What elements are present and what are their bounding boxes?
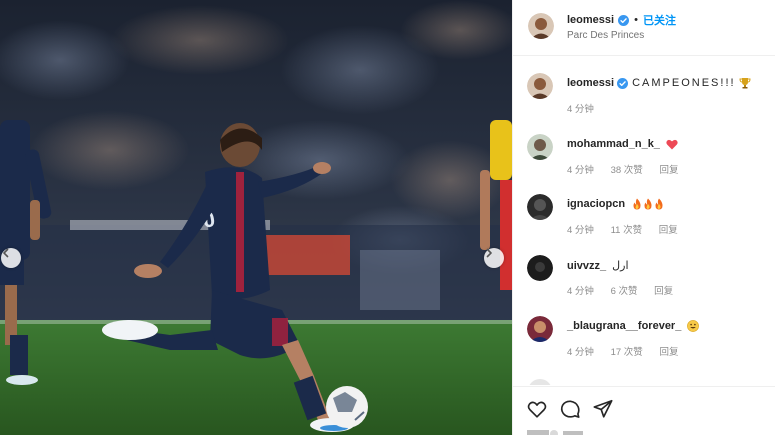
comment-likes[interactable]: 38 次赞 [611,165,643,176]
post-location[interactable]: Parc Des Princes [567,30,644,41]
post-photo: 30 [0,0,512,435]
heart-icon[interactable] [526,398,548,420]
comment-username[interactable]: ignaciopcn [567,198,625,210]
caption-meta: 4 分钟 [567,101,608,115]
post-actions-bar [513,386,775,435]
caption-avatar[interactable] [527,73,553,99]
comment-meta: 4 分钟 17 次赞 回复 [567,344,692,358]
comment-meta: 4 分钟 6 次赞 回复 [567,283,687,297]
fire-icon [633,198,641,210]
reply-button[interactable]: 回复 [659,347,678,358]
football-photo: 30 [0,0,512,435]
comment-likes[interactable]: 17 次赞 [611,347,643,358]
author-avatar[interactable] [528,13,554,39]
partial-comment-row [527,375,767,385]
comment-time: 4 分钟 [567,165,594,176]
comment-text: ارل [612,260,629,272]
comment-icon[interactable] [559,398,581,420]
comment-likes[interactable]: 11 次赞 [611,225,643,236]
football [326,386,368,428]
verified-badge-icon [617,77,629,89]
comment-username[interactable]: _blaugrana__forever_ [567,320,681,332]
red-heart-icon [666,139,678,149]
comment-meta: 4 分钟 38 次赞 回复 [567,162,692,176]
reply-button[interactable]: 回复 [654,286,673,297]
likes-count-partial [527,428,587,435]
commenter-avatar[interactable] [527,316,553,342]
fire-icon [644,198,652,210]
chevron-left-icon [3,248,9,258]
commenter-avatar[interactable] [527,255,553,281]
verified-badge-icon [618,14,630,26]
comments-list: leomessi CAMPEONES!!! 4 分钟 mohammad_n_k_… [513,56,775,386]
previous-photo-button[interactable] [1,248,21,268]
next-photo-button[interactable] [484,248,504,268]
chevron-right-icon [486,248,492,258]
post-header: leomessi • 已关注 Parc Des Princes [513,0,775,56]
caption-time: 4 分钟 [567,104,594,115]
author-line: leomessi • 已关注 [567,12,676,28]
comment-item: ignaciopcn 4 分钟 11 次赞 回复 [513,177,775,237]
comment-time: 4 分钟 [567,286,594,297]
comment-username[interactable]: mohammad_n_k_ [567,138,660,150]
comment-item: mohammad_n_k_ 4 分钟 38 次赞 回复 [513,117,775,177]
comment-item: _blaugrana__forever_ 4 分钟 17 次赞 回复 [513,299,775,359]
comment-likes[interactable]: 6 次赞 [611,286,638,297]
grinning-face-icon [687,320,700,332]
commenter-avatar[interactable] [527,134,553,160]
author-username[interactable]: leomessi [567,14,614,26]
post-side-panel: leomessi • 已关注 Parc Des Princes leomessi [512,0,775,435]
comment-time: 4 分钟 [567,347,594,358]
comment-item: uivvzz_ ارل 4 分钟 6 次赞 回复 [513,238,775,298]
reply-button[interactable]: 回复 [659,165,678,176]
trophy-icon [739,78,751,89]
follow-status-button[interactable]: 已关注 [643,12,676,28]
comment-time: 4 分钟 [567,225,594,236]
comment-username[interactable]: uivvzz_ [567,260,606,272]
fire-icon [655,198,663,210]
caption-item: leomessi CAMPEONES!!! 4 分钟 [513,56,775,116]
share-icon[interactable] [592,398,614,420]
reply-button[interactable]: 回复 [659,225,678,236]
caption-text: CAMPEONES!!! [632,77,736,89]
commenter-avatar[interactable] [527,194,553,220]
separator-dot: • [634,14,638,26]
comment-meta: 4 分钟 11 次赞 回复 [567,222,692,236]
caption-username[interactable]: leomessi [567,77,614,89]
